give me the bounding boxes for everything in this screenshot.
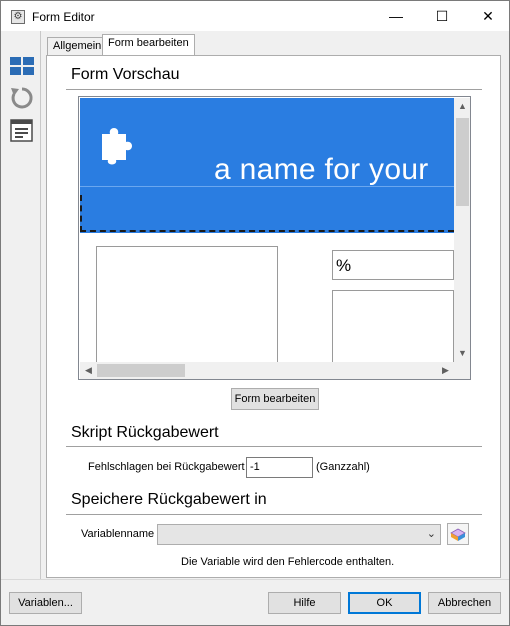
fail-return-label: Fehlschlagen bei Rückgabewert (88, 461, 245, 473)
script-section-divider (66, 446, 482, 447)
script-section-title: Skript Rückgabewert (71, 424, 219, 441)
puzzle-icon (102, 128, 132, 165)
refresh-icon[interactable] (9, 85, 35, 111)
scroll-up-icon[interactable]: ▲ (454, 98, 470, 115)
horizontal-scroll-thumb[interactable] (97, 364, 185, 377)
variable-picker-icon (450, 528, 466, 541)
scroll-left-icon[interactable]: ◀ (80, 362, 97, 379)
help-button[interactable]: Hilfe (268, 592, 341, 614)
variables-button[interactable]: Variablen... (9, 592, 82, 614)
preview-memo-box (332, 290, 454, 366)
form-preview: a name for your % ▲ ▼ ◀ ▶ (78, 96, 471, 380)
fail-return-unit: (Ganzzahl) (316, 461, 370, 473)
preview-section-title: Form Vorschau (71, 66, 180, 83)
banner-title: a name for your (214, 153, 429, 186)
variable-hint-text: Die Variable wird den Fehlercode enthalt… (181, 556, 395, 568)
preview-vertical-scrollbar[interactable]: ▲ ▼ (454, 98, 470, 362)
selection-outline-left (80, 195, 82, 232)
form-icon[interactable] (9, 119, 35, 145)
selection-outline-bottom (80, 230, 454, 232)
cancel-button[interactable]: Abbrechen (428, 592, 501, 614)
store-section-title: Speichere Rückgabewert in (71, 491, 267, 508)
fail-return-input[interactable]: -1 (246, 457, 313, 478)
footer-divider (1, 579, 509, 580)
variable-name-select[interactable]: ⌄ (157, 524, 441, 545)
variable-picker-button[interactable] (447, 523, 469, 545)
layout-icon[interactable] (9, 55, 35, 81)
close-button[interactable]: ✕ (465, 1, 510, 32)
minimize-button[interactable]: — (373, 1, 419, 32)
left-toolbar (1, 31, 41, 579)
preview-list-box (96, 246, 278, 366)
scrollbar-corner (454, 362, 470, 379)
preview-banner: a name for your (80, 98, 454, 233)
app-gear-icon: ⚙ (11, 10, 25, 24)
scroll-down-icon[interactable]: ▼ (454, 345, 470, 362)
preview-text-field: % (332, 250, 454, 280)
preview-horizontal-scrollbar[interactable]: ◀ ▶ (80, 362, 454, 379)
tab-form-bearbeiten[interactable]: Form bearbeiten (102, 34, 195, 55)
preview-section-divider (66, 89, 482, 90)
title-bar: ⚙ Form Editor — ☐ ✕ (0, 0, 510, 31)
vertical-scroll-thumb[interactable] (456, 118, 469, 206)
tab-allgemein[interactable]: Allgemein (47, 37, 108, 55)
chevron-down-icon: ⌄ (426, 528, 436, 540)
window-title: Form Editor (32, 10, 95, 24)
scroll-right-icon[interactable]: ▶ (437, 362, 454, 379)
edit-form-button[interactable]: Form bearbeiten (231, 388, 319, 410)
store-section-divider (66, 514, 482, 515)
ok-button[interactable]: OK (348, 592, 421, 614)
maximize-button[interactable]: ☐ (419, 1, 465, 32)
variable-name-label: Variablenname (81, 528, 155, 540)
